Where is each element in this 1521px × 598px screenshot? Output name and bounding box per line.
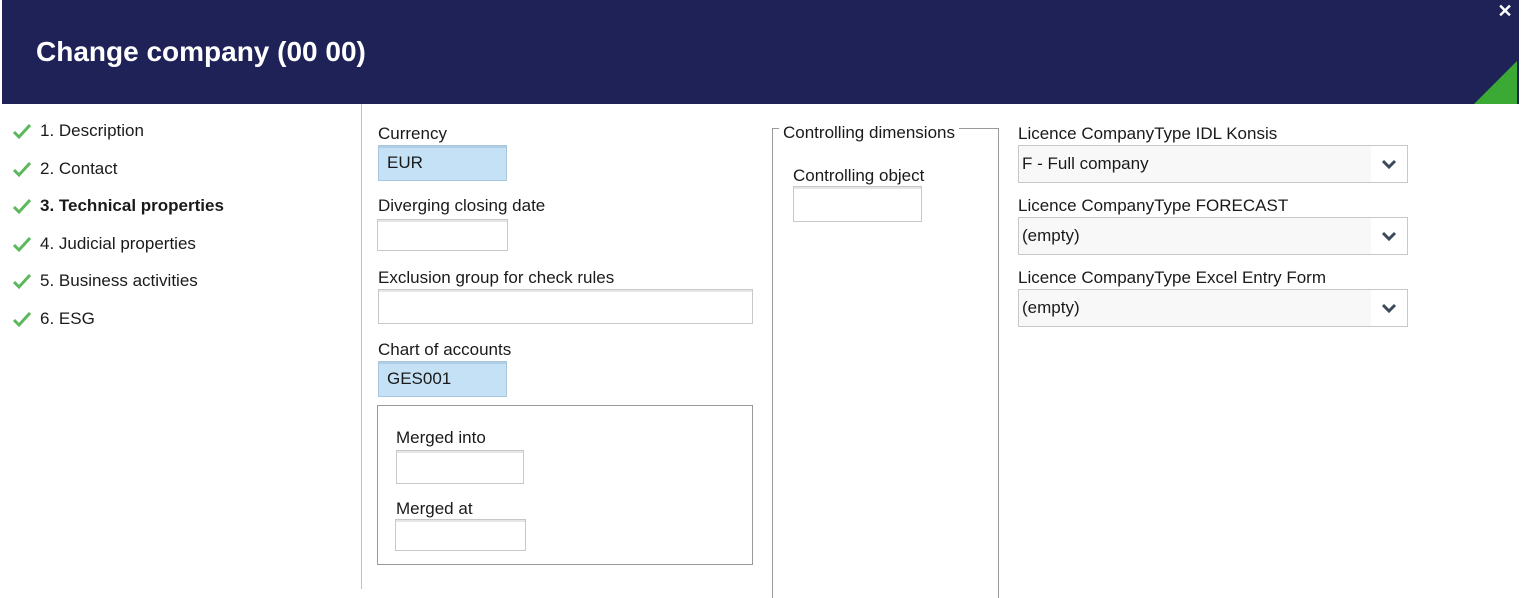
- check-icon: [12, 311, 32, 328]
- chevron-down-icon[interactable]: [1371, 218, 1407, 254]
- licence-forecast-select[interactable]: (empty): [1018, 217, 1408, 255]
- merged-at-label: Merged at: [396, 499, 473, 518]
- diverging-closing-date-label: Diverging closing date: [378, 196, 546, 215]
- close-icon[interactable]: ✕: [1497, 2, 1513, 20]
- nav-item-label: 6. ESG: [40, 309, 95, 328]
- nav-item-label: 2. Contact: [40, 159, 118, 178]
- chevron-down-icon[interactable]: [1371, 290, 1407, 326]
- chart-of-accounts-label: Chart of accounts: [378, 340, 512, 359]
- nav-item-label: 1. Description: [40, 121, 144, 140]
- check-icon: [12, 123, 32, 140]
- licence-excel-value: (empty): [1022, 298, 1080, 317]
- check-icon: [12, 198, 32, 215]
- exclusion-group-label: Exclusion group for check rules: [378, 268, 615, 287]
- exclusion-group-field[interactable]: [378, 289, 753, 324]
- controlling-object-label: Controlling object: [793, 166, 925, 185]
- chart-of-accounts-field[interactable]: [378, 361, 507, 397]
- check-icon: [12, 236, 32, 253]
- currency-label: Currency: [378, 124, 447, 143]
- check-icon: [12, 161, 32, 178]
- nav-item-business-activities[interactable]: 5. Business activities: [12, 269, 198, 293]
- dialog-header: Change company (00 00) ✕: [0, 0, 1521, 104]
- nav-item-contact[interactable]: 2. Contact: [12, 157, 118, 181]
- licence-excel-select[interactable]: (empty): [1018, 289, 1408, 327]
- licence-forecast-value: (empty): [1022, 226, 1080, 245]
- licence-idl-label: Licence CompanyType IDL Konsis: [1018, 124, 1278, 143]
- licence-idl-value: F - Full company: [1022, 154, 1149, 173]
- licence-excel-label: Licence CompanyType Excel Entry Form: [1018, 268, 1327, 287]
- check-icon: [12, 273, 32, 290]
- wizard-steps-nav: 1. Description 2. Contact 3. Technical p…: [0, 104, 362, 589]
- merged-into-label: Merged into: [396, 428, 486, 447]
- licence-forecast-label: Licence CompanyType FORECAST: [1018, 196, 1289, 215]
- nav-item-technical-properties[interactable]: 3. Technical properties: [12, 194, 224, 218]
- chevron-down-icon[interactable]: [1371, 146, 1407, 182]
- merged-at-field[interactable]: [395, 519, 526, 551]
- corner-accent: [1474, 61, 1517, 104]
- licence-idl-select[interactable]: F - Full company: [1018, 145, 1408, 183]
- nav-item-judicial-properties[interactable]: 4. Judicial properties: [12, 232, 196, 256]
- controlling-object-field[interactable]: [793, 186, 922, 222]
- dialog-title: Change company (00 00): [36, 36, 366, 67]
- merged-into-field[interactable]: [396, 450, 524, 484]
- currency-field[interactable]: [378, 145, 507, 181]
- nav-item-esg[interactable]: 6. ESG: [12, 307, 95, 331]
- nav-item-label: 5. Business activities: [40, 271, 198, 290]
- controlling-dimensions-legend: Controlling dimensions: [779, 123, 959, 143]
- diverging-closing-date-field[interactable]: [377, 219, 508, 251]
- nav-item-label: 3. Technical properties: [40, 196, 224, 215]
- nav-item-label: 4. Judicial properties: [40, 234, 196, 253]
- nav-item-description[interactable]: 1. Description: [12, 119, 144, 143]
